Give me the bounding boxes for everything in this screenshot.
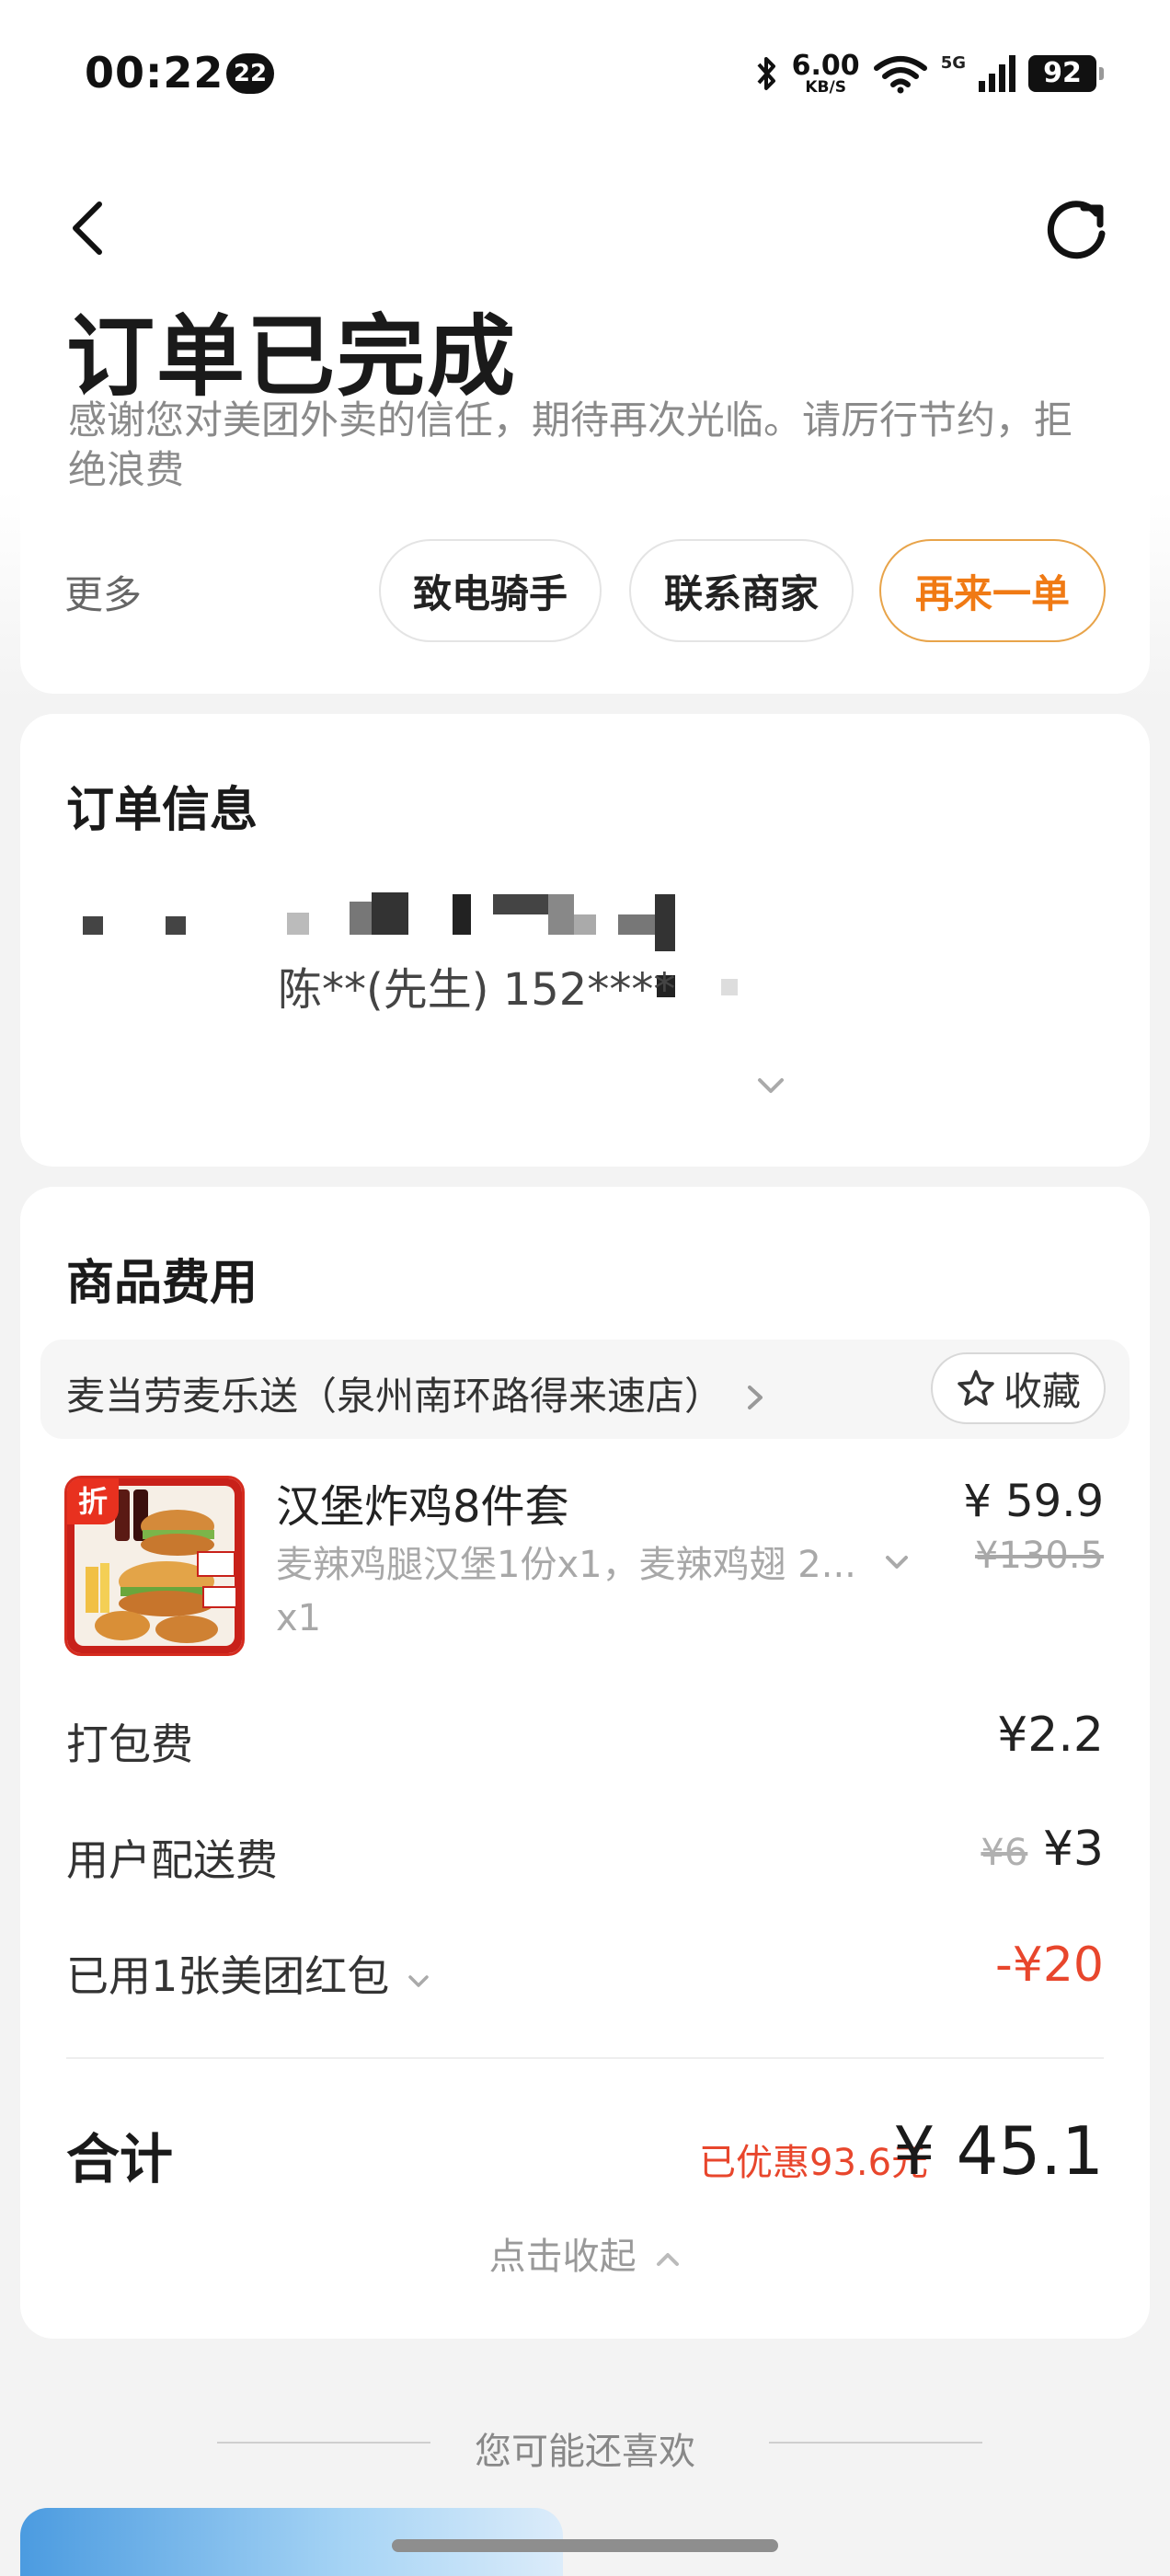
expand-order-info[interactable]	[754, 1075, 787, 1097]
discount-badge: 折	[67, 1478, 119, 1524]
favorite-button[interactable]: 收藏	[931, 1352, 1106, 1424]
page-title: 订单已完成	[66, 305, 517, 408]
product-original-price: ¥130.5	[975, 1535, 1104, 1577]
product-description: 麦辣鸡腿汉堡1份x1，麦辣鸡翅 2...	[276, 1544, 856, 1586]
goods-cost-title: 商品费用	[66, 1256, 258, 1311]
call-rider-button[interactable]: 致电骑手	[379, 539, 602, 642]
expand-description[interactable]	[883, 1553, 911, 1573]
status-icons: 6.00 KB/S 5G 92	[753, 46, 1104, 101]
star-icon	[958, 1370, 994, 1406]
product-name: 汉堡炸鸡8件套	[276, 1481, 569, 1533]
battery-indicator: 92	[1028, 55, 1104, 92]
recommend-title: 您可能还喜欢	[475, 2431, 695, 2473]
total-label: 合计	[66, 2128, 174, 2191]
packing-fee-value: ¥2.2	[997, 1708, 1104, 1763]
delivery-fee-value: ¥3	[1042, 1822, 1104, 1877]
collapse-label: 点击收起	[488, 2236, 637, 2278]
contact-store-button[interactable]: 联系商家	[629, 539, 854, 642]
divider	[66, 2057, 1104, 2059]
coupon-value: -¥20	[994, 1938, 1104, 1993]
back-button[interactable]	[63, 195, 118, 259]
bluetooth-icon	[757, 57, 775, 90]
chevron-down-icon	[408, 1975, 429, 1987]
net-speed: 6.00 KB/S	[792, 52, 860, 96]
refresh-icon	[1047, 201, 1106, 259]
store-name: 麦当劳麦乐送（泉州南环路得来速店）	[66, 1374, 724, 1419]
reco-divider-right	[769, 2442, 982, 2444]
packing-fee-label: 打包费	[66, 1719, 193, 1769]
total-value: ¥ 45.1	[892, 2112, 1104, 2190]
wifi-icon	[873, 56, 927, 94]
chevron-right-icon	[748, 1386, 763, 1409]
delivery-fee: ¥6 ¥3	[981, 1822, 1104, 1877]
order-info-title: 订单信息	[66, 783, 258, 838]
network-type: 5G	[940, 52, 966, 73]
favorite-label: 收藏	[1003, 1368, 1081, 1414]
collapse-button[interactable]: 点击收起	[0, 2226, 1170, 2280]
coupon-row[interactable]: 已用1张美团红包	[66, 1943, 430, 2004]
more-button[interactable]: 更多	[64, 564, 142, 620]
page-subtitle: 感谢您对美团外卖的信任，期待再次光临。请厉行节约，拒绝浪费	[68, 397, 1073, 492]
product-quantity: x1	[276, 1597, 322, 1639]
chevron-down-icon	[758, 1078, 784, 1093]
contact-info: 陈**(先生) 152****	[278, 964, 676, 1016]
status-bar: 00:22 22 6.00 KB/S 5G 92	[0, 0, 1170, 147]
reorder-button[interactable]: 再来一单	[879, 539, 1106, 642]
status-time: 00:22	[85, 48, 224, 98]
net-speed-unit: KB/S	[805, 77, 846, 97]
chevron-left-icon	[73, 201, 102, 255]
refresh-button[interactable]	[1039, 193, 1113, 267]
chevron-up-icon	[657, 2253, 680, 2266]
net-speed-value: 6.00	[791, 49, 860, 82]
notification-badge: 22	[226, 53, 274, 94]
chevron-down-icon	[886, 1556, 908, 1569]
delivery-fee-label: 用户配送费	[66, 1835, 278, 1885]
home-indicator[interactable]	[392, 2539, 778, 2552]
signal-icon	[979, 55, 1015, 92]
product-price: ¥ 59.9	[963, 1476, 1104, 1527]
product-image[interactable]: 折	[64, 1476, 245, 1656]
delivery-fee-original: ¥6	[981, 1832, 1028, 1874]
store-link[interactable]: 麦当劳麦乐送（泉州南环路得来速店）	[66, 1365, 766, 1421]
coupon-label: 已用1张美团红包	[66, 1951, 390, 2001]
